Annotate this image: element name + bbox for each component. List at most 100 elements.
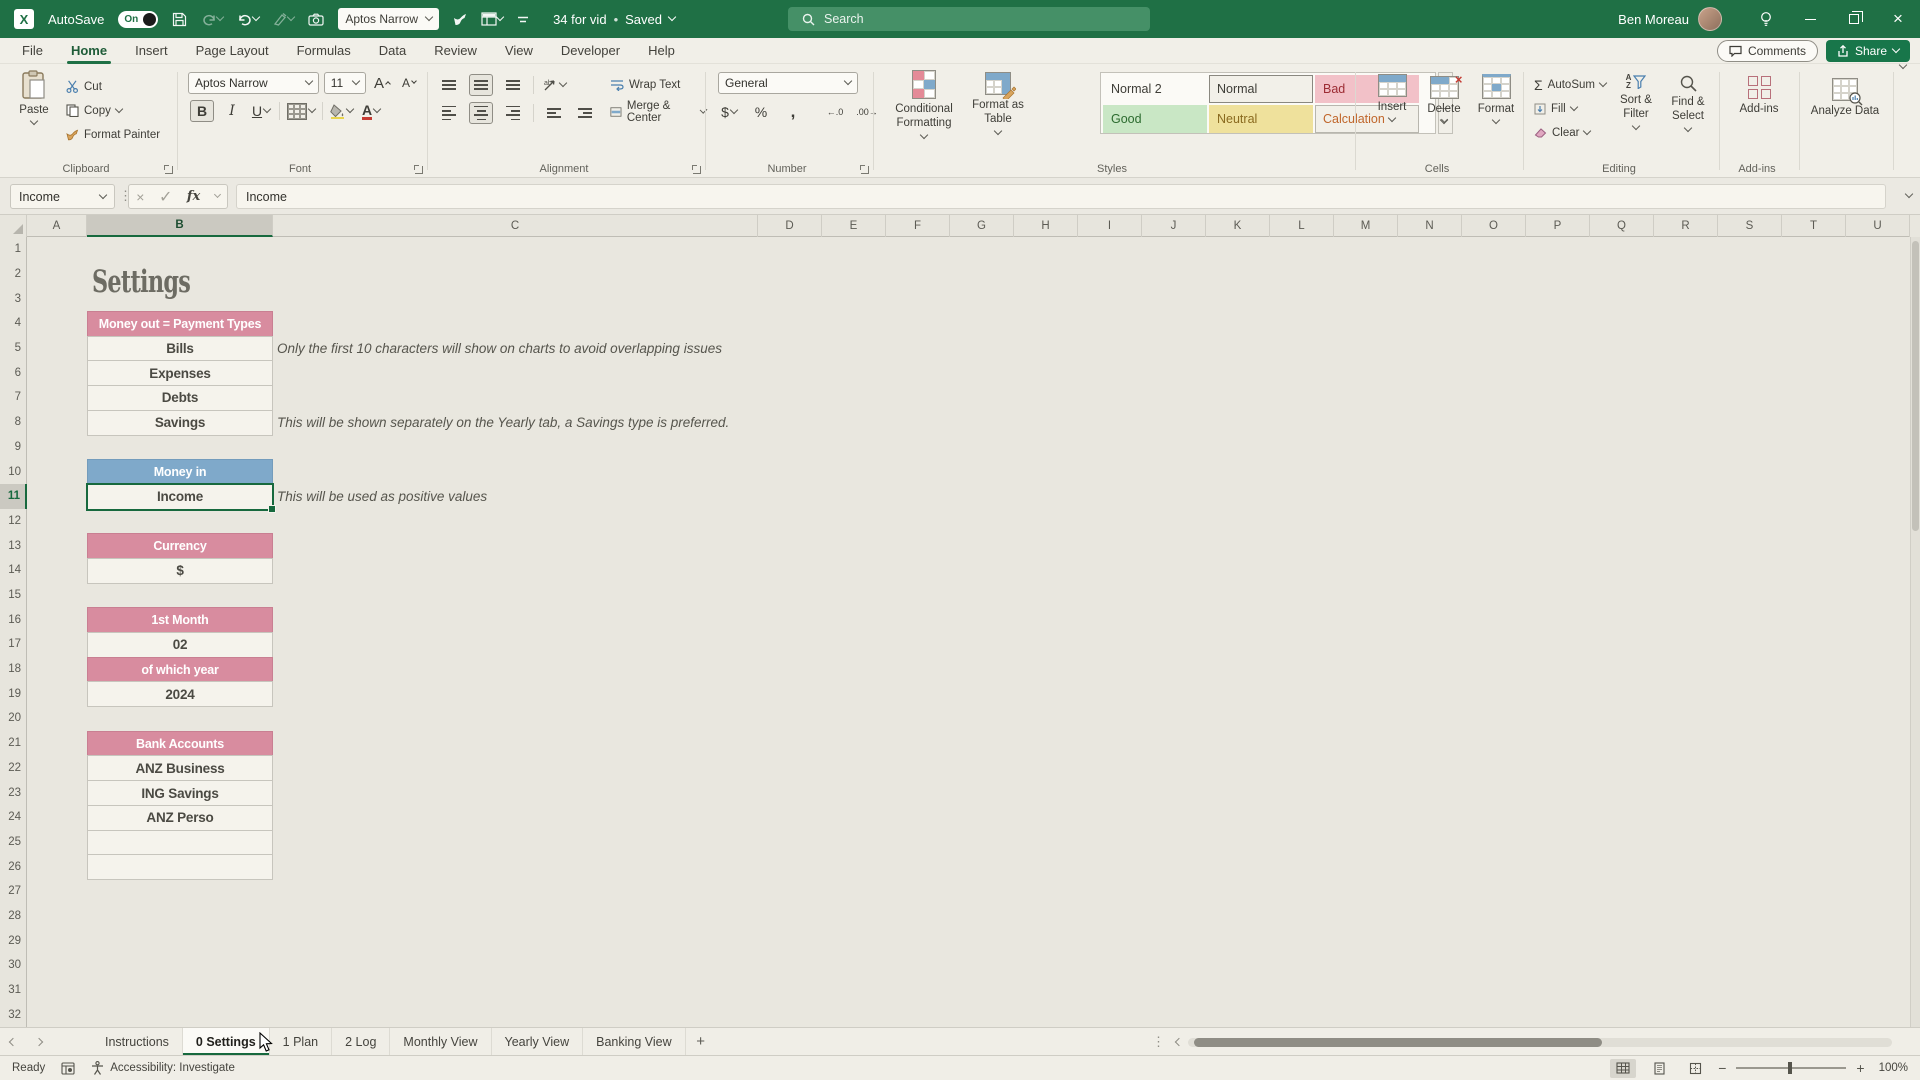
zoom-level[interactable]: 100% xyxy=(1879,1062,1908,1074)
alignment-dialog-launcher[interactable] xyxy=(693,166,701,174)
conditional-formatting-button[interactable]: Conditional Formatting xyxy=(888,70,960,140)
cell-B25[interactable] xyxy=(87,830,273,856)
cell-B23[interactable]: ING Savings xyxy=(87,780,273,806)
ribbon-tab-help[interactable]: Help xyxy=(634,38,689,64)
excel-logo-icon[interactable]: X xyxy=(14,9,34,29)
vertical-scrollbar[interactable] xyxy=(1910,237,1920,1027)
autosum-button[interactable]: ΣAutoSum xyxy=(1534,74,1606,95)
table-header-of-which-year[interactable]: of which year xyxy=(87,657,273,683)
minimize-button[interactable] xyxy=(1788,0,1832,38)
format-painter-button[interactable]: Format Painter xyxy=(66,124,160,145)
ribbon-tab-home[interactable]: Home xyxy=(57,38,121,64)
sheet-canvas[interactable]: SettingsMoney out = Payment TypesBillsEx… xyxy=(0,215,1920,1027)
tips-lightbulb-icon[interactable] xyxy=(1744,0,1788,38)
cell-B6[interactable]: Expenses xyxy=(87,360,273,386)
formula-input[interactable]: Income xyxy=(236,184,1886,209)
percent-format-button[interactable]: % xyxy=(750,101,772,123)
increase-font-icon[interactable]: A xyxy=(371,72,393,94)
style-good[interactable]: Good xyxy=(1103,105,1207,133)
merge-center-button[interactable]: Merge & Center xyxy=(610,101,706,122)
qat-font-combo[interactable]: Aptos Narrow xyxy=(338,8,439,30)
restore-button[interactable] xyxy=(1832,0,1876,38)
table-header-bank-accounts[interactable]: Bank Accounts xyxy=(87,731,273,757)
format-painter-qat-icon[interactable] xyxy=(453,12,467,26)
font-color-button[interactable]: A xyxy=(360,100,382,122)
style-normal[interactable]: Normal xyxy=(1209,75,1313,103)
cell-B11[interactable]: Income xyxy=(87,484,273,510)
align-left-button[interactable] xyxy=(438,102,460,124)
insert-cells-button[interactable]: Insert xyxy=(1370,74,1414,125)
ribbon-tab-developer[interactable]: Developer xyxy=(547,38,634,64)
increase-indent-button[interactable] xyxy=(574,102,596,124)
cell-B22[interactable]: ANZ Business xyxy=(87,755,273,781)
number-format-combo[interactable]: General xyxy=(718,72,858,94)
align-middle-button[interactable] xyxy=(469,74,493,96)
undo-icon[interactable] xyxy=(237,13,259,26)
search-box[interactable]: Search xyxy=(788,7,1150,31)
cell-format-qat-icon[interactable] xyxy=(481,12,503,26)
table-header-1st-month[interactable]: 1st Month xyxy=(87,607,273,633)
table-header-money-in[interactable]: Money in xyxy=(87,459,273,485)
autosave-toggle[interactable]: On xyxy=(118,11,158,28)
format-as-table-button[interactable]: Format as Table xyxy=(966,70,1030,140)
horizontal-scrollbar[interactable] xyxy=(1176,1037,1892,1047)
wrap-text-button[interactable]: Wrap Text xyxy=(610,74,706,95)
prev-sheet-icon[interactable] xyxy=(0,1028,26,1055)
sheet-tab-monthly-view[interactable]: Monthly View xyxy=(390,1028,491,1055)
sheet-tab-yearly-view[interactable]: Yearly View xyxy=(492,1028,584,1055)
currency-format-button[interactable]: $ xyxy=(718,101,740,123)
ribbon-tab-file[interactable]: File xyxy=(8,38,57,64)
sheet-tab-2-log[interactable]: 2 Log xyxy=(332,1028,390,1055)
comments-button[interactable]: Comments xyxy=(1717,40,1818,62)
normal-view-button[interactable] xyxy=(1610,1059,1636,1078)
hscroll-thumb[interactable] xyxy=(1194,1038,1602,1047)
clipboard-dialog-launcher[interactable] xyxy=(165,166,173,174)
expand-formula-bar-icon[interactable] xyxy=(1905,190,1913,198)
analyze-data-button[interactable]: Analyze Data xyxy=(1800,70,1890,118)
align-top-button[interactable] xyxy=(438,74,460,96)
style-normal-2[interactable]: Normal 2 xyxy=(1103,75,1207,103)
cell-B26[interactable] xyxy=(87,854,273,880)
comma-format-button[interactable]: , xyxy=(782,101,804,123)
style-neutral[interactable]: Neutral xyxy=(1209,105,1313,133)
cell-B5[interactable]: Bills xyxy=(87,336,273,362)
ribbon-tab-insert[interactable]: Insert xyxy=(121,38,182,64)
add-sheet-button[interactable]: + xyxy=(686,1028,716,1055)
page-break-view-button[interactable] xyxy=(1682,1059,1708,1078)
align-bottom-button[interactable] xyxy=(502,74,524,96)
sheet-tab-instructions[interactable]: Instructions xyxy=(92,1028,183,1055)
fill-button[interactable]: Fill xyxy=(1534,98,1606,119)
zoom-out-icon[interactable]: − xyxy=(1718,1060,1726,1076)
align-center-button[interactable] xyxy=(469,102,493,124)
ribbon-tab-review[interactable]: Review xyxy=(420,38,491,64)
macro-record-icon[interactable] xyxy=(61,1062,75,1075)
share-button[interactable]: Share xyxy=(1826,40,1910,62)
accessibility-status[interactable]: Accessibility: Investigate xyxy=(91,1061,235,1075)
hscroll-left-icon[interactable] xyxy=(1175,1038,1183,1046)
document-title[interactable]: 34 for vid • Saved xyxy=(553,12,675,27)
save-icon[interactable] xyxy=(172,12,187,27)
next-sheet-icon[interactable] xyxy=(26,1028,52,1055)
ribbon-tab-page-layout[interactable]: Page Layout xyxy=(182,38,283,64)
increase-decimal-button[interactable]: ←.0 xyxy=(824,101,846,123)
find-select-button[interactable]: Find & Select xyxy=(1666,70,1710,143)
addins-button[interactable]: Add-ins xyxy=(1720,70,1798,116)
decrease-font-icon[interactable]: A xyxy=(398,72,420,94)
paste-button[interactable]: Paste xyxy=(12,70,56,145)
cell-B8[interactable]: Savings xyxy=(87,410,273,436)
delete-cells-button[interactable]: × Delete xyxy=(1422,74,1466,125)
zoom-slider[interactable] xyxy=(1736,1067,1846,1069)
bold-button[interactable]: B xyxy=(190,100,214,122)
cell-B7[interactable]: Debts xyxy=(87,385,273,411)
page-layout-view-button[interactable] xyxy=(1646,1059,1672,1078)
italic-button[interactable]: I xyxy=(221,100,243,122)
insert-function-icon[interactable]: fx xyxy=(187,189,200,204)
cancel-entry-icon[interactable]: × xyxy=(136,189,144,205)
user-name[interactable]: Ben Moreau xyxy=(1618,12,1689,27)
format-cells-button[interactable]: Format xyxy=(1474,74,1518,125)
qat-lines-icon[interactable] xyxy=(517,15,529,24)
camera-icon[interactable] xyxy=(308,13,324,26)
sheet-tab-0-settings[interactable]: 0 Settings xyxy=(183,1028,270,1055)
cell-B14[interactable]: $ xyxy=(87,558,273,584)
sheet-tab-options-icon[interactable]: ⋮ xyxy=(1152,1034,1165,1050)
